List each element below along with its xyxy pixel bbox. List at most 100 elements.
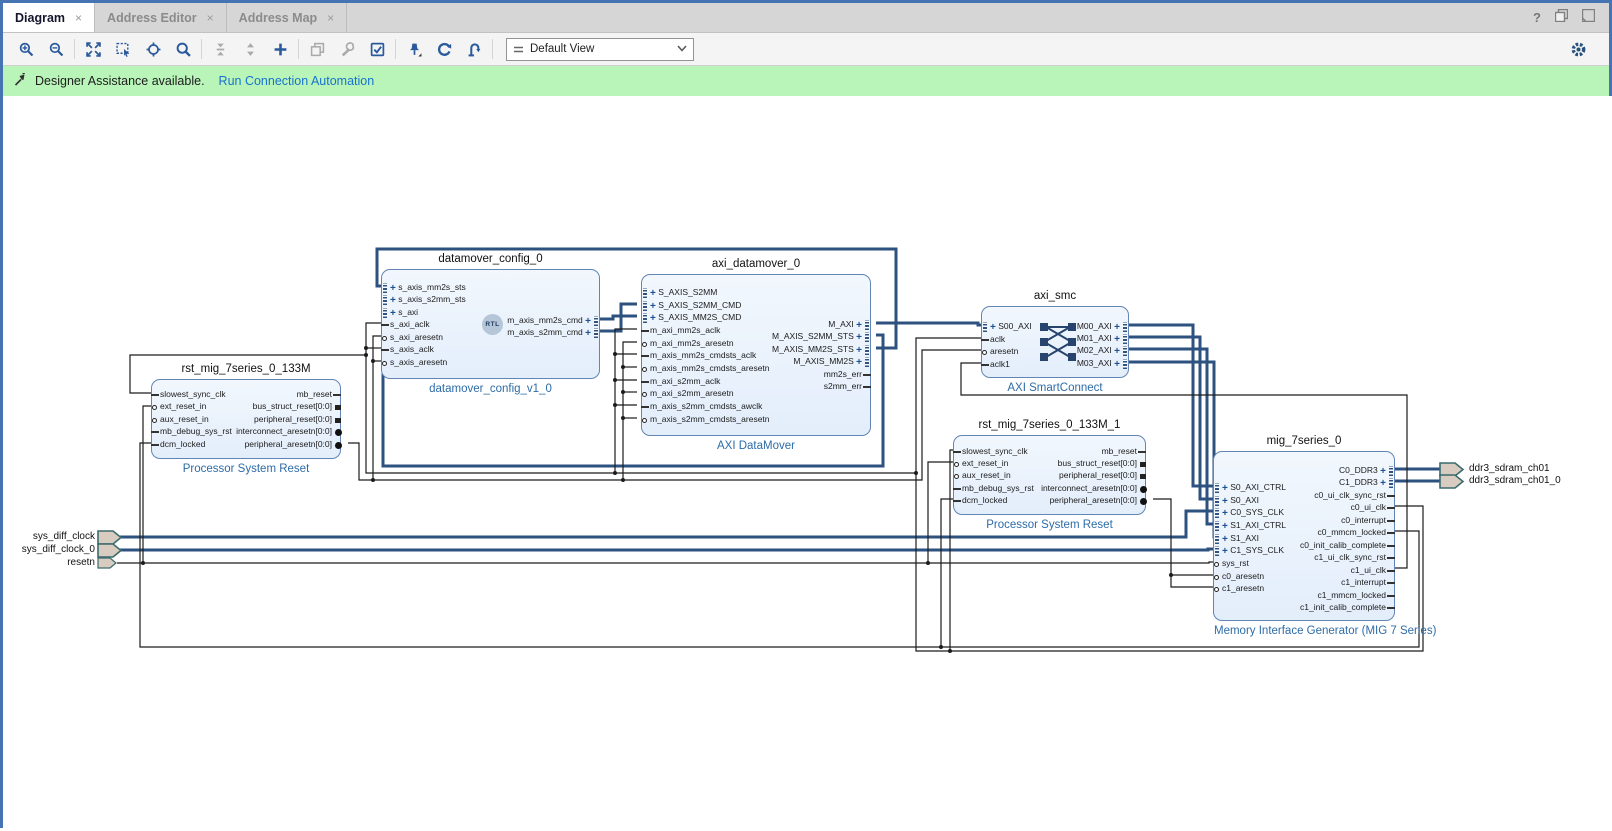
tab-address-map[interactable]: Address Map × (226, 3, 348, 32)
diagram-canvas[interactable]: rst_mig_7series_0_133M Processor System R… (3, 96, 1612, 828)
pin-m_axi_mm2s_aclk[interactable]: m_axi_mm2s_aclk (641, 325, 720, 336)
pin-c0_init_calib_complete[interactable]: c0_init_calib_complete (1300, 540, 1395, 551)
tab-diagram[interactable]: Diagram × (3, 3, 96, 32)
pin-s_axis_mm2s_sts[interactable]: + s_axis_mm2s_sts (383, 282, 466, 294)
close-icon[interactable]: × (327, 11, 334, 25)
pin-s_axi[interactable]: + s_axi (383, 307, 418, 319)
external-port-sys_diff_clock[interactable]: sys_diff_clock (3, 531, 95, 543)
pin-aresetn[interactable]: aresetn (982, 346, 1018, 357)
pin-c1_ui_clk_sync_rst[interactable]: c1_ui_clk_sync_rst (1314, 552, 1395, 563)
pin-M_AXI[interactable]: M_AXI + (828, 319, 869, 331)
external-port-resetn[interactable]: resetn (3, 557, 95, 569)
pin-c0_interrupt[interactable]: c0_interrupt (1341, 515, 1395, 526)
pin-C0_SYS_CLK[interactable]: + C0_SYS_CLK (1215, 507, 1284, 519)
pin-c0_aresetn[interactable]: c0_aresetn (1214, 571, 1264, 582)
pin-mm2s_err[interactable]: mm2s_err (824, 369, 871, 380)
pin-c1_aresetn[interactable]: c1_aresetn (1214, 583, 1264, 594)
pin-mb_debug_sys_rst[interactable]: mb_debug_sys_rst (151, 426, 232, 437)
pin-c0_mmcm_locked[interactable]: c0_mmcm_locked (1318, 527, 1395, 538)
zoom-fit-icon[interactable] (80, 36, 106, 62)
external-port-ddr3_sdram_ch01_0[interactable]: ddr3_sdram_ch01_0 (1469, 475, 1561, 487)
pin-m_axi_s2mm_aclk[interactable]: m_axi_s2mm_aclk (641, 376, 720, 387)
ip-block-axi_smc[interactable]: axi_smc AXI SmartConnect + S00_AXI aclk ares… (981, 290, 1129, 394)
help-icon[interactable]: ? (1533, 10, 1541, 25)
pin-interconnect_aresetn[0:0][interactable]: interconnect_aresetn[0:0] (236, 426, 342, 437)
pin-s2mm_err[interactable]: s2mm_err (824, 381, 871, 392)
pin-S00_AXI[interactable]: + S00_AXI (983, 321, 1032, 333)
pin-c0_ui_clk[interactable]: c0_ui_clk (1351, 502, 1395, 513)
pin-S1_AXI[interactable]: + S1_AXI (1215, 533, 1259, 545)
pin-icon[interactable] (401, 36, 427, 62)
pin-S1_AXI_CTRL[interactable]: + S1_AXI_CTRL (1215, 520, 1286, 532)
pin-m_axis_s2mm_cmdsts_awclk[interactable]: m_axis_s2mm_cmdsts_awclk (641, 401, 762, 412)
pin-peripheral_reset[0:0][interactable]: peripheral_reset[0:0] (1059, 470, 1146, 481)
pin-bus_struct_reset[0:0][interactable]: bus_struct_reset[0:0] (1058, 458, 1146, 469)
run-connection-automation-link[interactable]: Run Connection Automation (219, 74, 375, 88)
pin-aux_reset_in[interactable]: aux_reset_in (954, 470, 1011, 481)
pin-ext_reset_in[interactable]: ext_reset_in (152, 401, 206, 412)
pin-aux_reset_in[interactable]: aux_reset_in (152, 414, 209, 425)
ip-block-axi_datamover_0[interactable]: axi_datamover_0 AXI DataMover + S_AXIS_S2M… (641, 258, 871, 452)
pin-m_axi_s2mm_aresetn[interactable]: m_axi_s2mm_aresetn (642, 388, 734, 399)
pin-mb_reset[interactable]: mb_reset (1102, 446, 1146, 457)
pin-mb_reset[interactable]: mb_reset (297, 389, 341, 400)
pin-m_axis_s2mm_cmd[interactable]: m_axis_s2mm_cmd + (507, 327, 598, 339)
pin-mb_debug_sys_rst[interactable]: mb_debug_sys_rst (953, 483, 1034, 494)
validate-design-icon[interactable] (364, 36, 390, 62)
pin-c1_mmcm_locked[interactable]: c1_mmcm_locked (1318, 590, 1395, 601)
pin-interconnect_aresetn[0:0][interactable]: interconnect_aresetn[0:0] (1041, 483, 1147, 494)
view-selector[interactable]: Default View (506, 37, 694, 61)
pin-m_axis_mm2s_cmdsts_aclk[interactable]: m_axis_mm2s_cmdsts_aclk (641, 350, 756, 361)
maximize-icon[interactable] (1581, 8, 1596, 27)
pin-s_axi_aresetn[interactable]: s_axi_aresetn (382, 332, 443, 343)
pin-S_AXIS_S2MM_CMD[interactable]: + S_AXIS_S2MM_CMD (643, 300, 741, 312)
settings-gear-icon[interactable] (1565, 36, 1591, 62)
pin-S0_AXI_CTRL[interactable]: + S0_AXI_CTRL (1215, 482, 1286, 494)
pin-peripheral_aresetn[0:0][interactable]: peripheral_aresetn[0:0] (1050, 495, 1147, 506)
zoom-to-selection-icon[interactable] (110, 36, 136, 62)
ip-block-datamover_config_0[interactable]: datamover_config_0 datamover_config_v1_0 +… (381, 253, 600, 395)
pin-M01_AXI[interactable]: M01_AXI + (1077, 333, 1127, 345)
regenerate-layout-icon[interactable] (431, 36, 457, 62)
pin-s_axis_aclk[interactable]: s_axis_aclk (381, 344, 434, 355)
ip-block-rst_mig_7series_0_133M_1[interactable]: rst_mig_7series_0_133M_1 Processor System… (953, 419, 1147, 531)
pin-M02_AXI[interactable]: M02_AXI + (1077, 345, 1127, 357)
pin-dcm_locked[interactable]: dcm_locked (151, 439, 205, 450)
fit-view-icon[interactable] (140, 36, 166, 62)
optimize-routing-icon[interactable] (461, 36, 487, 62)
pin-C0_DDR3[interactable]: C0_DDR3 + (1339, 465, 1393, 477)
pin-slowest_sync_clk[interactable]: slowest_sync_clk (953, 446, 1028, 457)
pin-s_axis_aresetn[interactable]: s_axis_aresetn (382, 357, 447, 368)
pin-M00_AXI[interactable]: M00_AXI + (1077, 321, 1127, 333)
pin-ext_reset_in[interactable]: ext_reset_in (954, 458, 1008, 469)
add-ip-icon[interactable] (267, 36, 293, 62)
pin-bus_struct_reset[0:0][interactable]: bus_struct_reset[0:0] (253, 401, 341, 412)
pin-m_axis_s2mm_cmdsts_aresetn[interactable]: m_axis_s2mm_cmdsts_aresetn (642, 414, 770, 425)
pin-c0_ui_clk_sync_rst[interactable]: c0_ui_clk_sync_rst (1314, 490, 1395, 501)
pin-sys_rst[interactable]: sys_rst (1214, 558, 1249, 569)
pin-dcm_locked[interactable]: dcm_locked (953, 495, 1007, 506)
pin-M_AXIS_MM2S[interactable]: M_AXIS_MM2S + (793, 356, 869, 368)
pin-c1_interrupt[interactable]: c1_interrupt (1341, 577, 1395, 588)
pin-m_axis_mm2s_cmd[interactable]: m_axis_mm2s_cmd + (507, 315, 598, 327)
pin-S0_AXI[interactable]: + S0_AXI (1215, 495, 1259, 507)
pin-S_AXIS_MM2S_CMD[interactable]: + S_AXIS_MM2S_CMD (643, 312, 741, 324)
pin-aclk1[interactable]: aclk1 (981, 359, 1010, 370)
pin-slowest_sync_clk[interactable]: slowest_sync_clk (151, 389, 226, 400)
close-icon[interactable]: × (75, 11, 82, 25)
external-port-sys_diff_clock_0[interactable]: sys_diff_clock_0 (3, 544, 95, 556)
close-icon[interactable]: × (207, 11, 214, 25)
pin-C1_SYS_CLK[interactable]: + C1_SYS_CLK (1215, 545, 1284, 557)
pin-m_axi_mm2s_aresetn[interactable]: m_axi_mm2s_aresetn (642, 338, 734, 349)
zoom-out-icon[interactable] (43, 36, 69, 62)
pin-C1_DDR3[interactable]: C1_DDR3 + (1339, 477, 1393, 489)
ip-block-mig_7series_0[interactable]: mig_7series_0 Memory Interface Generator … (1213, 435, 1436, 637)
float-icon[interactable] (1554, 8, 1569, 27)
pin-c1_init_calib_complete[interactable]: c1_init_calib_complete (1300, 602, 1395, 613)
pin-M_AXIS_MM2S_STS[interactable]: M_AXIS_MM2S_STS + (772, 344, 869, 356)
pin-c1_ui_clk[interactable]: c1_ui_clk (1351, 565, 1395, 576)
pin-m_axis_mm2s_cmdsts_aresetn[interactable]: m_axis_mm2s_cmdsts_aresetn (642, 363, 770, 374)
pin-aclk[interactable]: aclk (981, 334, 1005, 345)
ip-block-rst_mig_7series_0_133M[interactable]: rst_mig_7series_0_133M Processor System R… (151, 363, 342, 475)
pin-peripheral_reset[0:0][interactable]: peripheral_reset[0:0] (254, 414, 341, 425)
